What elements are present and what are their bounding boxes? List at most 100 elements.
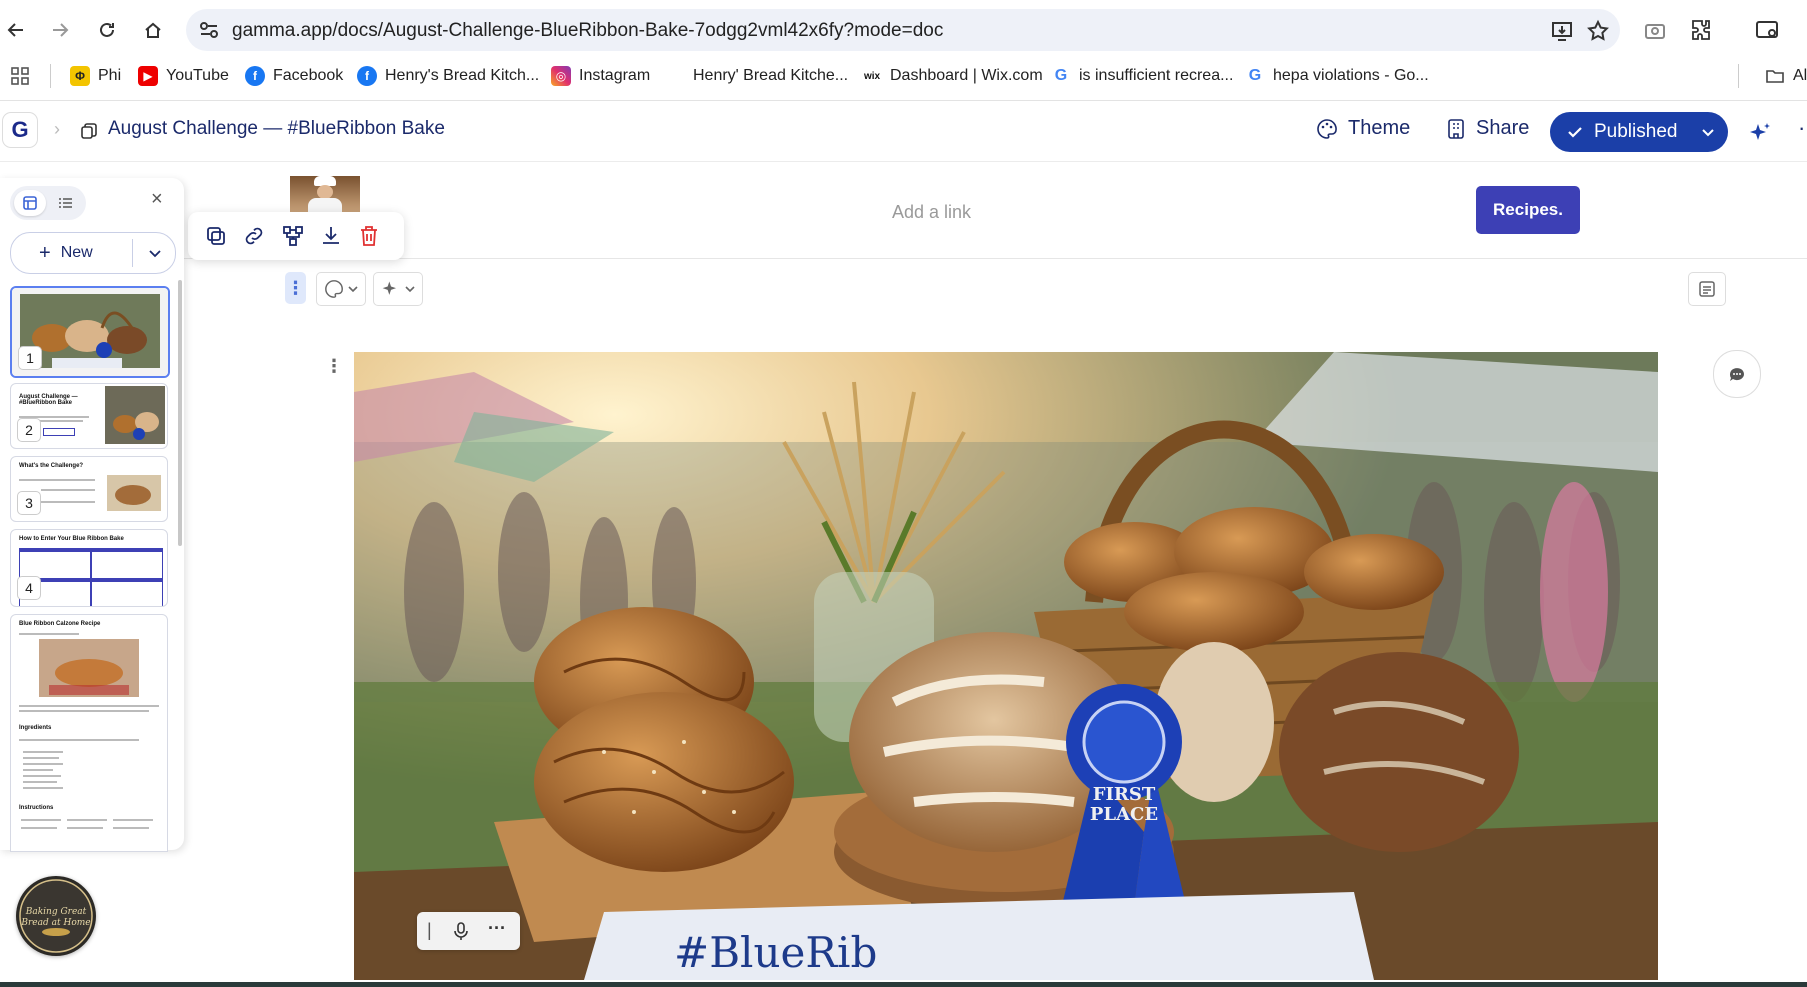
block-menu-icon[interactable]: ⋮ (323, 352, 345, 380)
slide-number: 3 (17, 491, 41, 515)
site-info-icon[interactable] (198, 19, 220, 41)
slide-number: 2 (17, 418, 41, 442)
extensions-icon[interactable] (1689, 18, 1713, 42)
microphone-icon[interactable] (451, 921, 471, 941)
bookmark-phi[interactable]: Φ Phi (70, 63, 121, 89)
banner-hashtag-text: #BlueRib (674, 928, 877, 977)
slide-subheading: Instructions (19, 805, 54, 811)
slide-title: How to Enter Your Blue Ribbon Bake (19, 536, 124, 542)
phi-icon: Φ (70, 66, 90, 86)
bookmark-facebook[interactable]: f Facebook (245, 63, 343, 89)
more-icon[interactable]: · (1798, 115, 1805, 141)
forward-icon[interactable] (44, 14, 76, 46)
bookmark-divider (50, 64, 51, 88)
slides-sidebar: × + New 1 August Challenge — #BlueRibbon… (0, 178, 184, 852)
screenshot-icon[interactable] (1643, 18, 1667, 42)
bookmark-folder-all[interactable]: Al (1765, 63, 1807, 89)
slide-number: 4 (17, 576, 41, 600)
card-notes-button[interactable] (1688, 272, 1726, 306)
grid-view-icon[interactable] (14, 190, 46, 216)
card-drag-handle[interactable]: ⋮ (285, 272, 306, 304)
document-icon (81, 123, 97, 139)
home-icon[interactable] (137, 14, 169, 46)
logo-letter: G (11, 117, 29, 142)
bookmark-henrys-bread-kitchen[interactable]: Henry' Bread Kitche... (693, 63, 848, 89)
slide-thumbnail-4[interactable]: How to Enter Your Blue Ribbon Bake 4 (10, 529, 168, 607)
slide-2-preview-image (105, 386, 165, 444)
palette-icon (325, 280, 343, 298)
text-cursor-icon[interactable]: | (427, 920, 432, 941)
chevron-down-icon[interactable] (148, 246, 162, 260)
bookmark-youtube[interactable]: ▶ YouTube (138, 63, 229, 89)
link-bar: Add a link Recipes. (184, 162, 1807, 259)
delete-icon[interactable] (357, 224, 381, 248)
slide-5-preview-image (39, 639, 139, 697)
theme-button[interactable]: Theme (1316, 117, 1410, 140)
facebook-icon: f (357, 66, 377, 86)
slide-3-preview-image (107, 475, 161, 511)
duplicate-icon[interactable] (204, 224, 228, 248)
list-view-icon[interactable] (50, 190, 82, 216)
move-node-icon[interactable] (281, 224, 305, 248)
theme-label: Theme (1348, 117, 1411, 139)
app-header: G › August Challenge — #BlueRibbon Bake … (0, 101, 1807, 162)
more-options-icon[interactable]: ··· (488, 918, 506, 939)
side-panel-search-icon[interactable] (1755, 18, 1781, 42)
new-label: New (60, 244, 93, 261)
hero-bread-image[interactable]: FIRST PLACE #BlueRib (354, 352, 1658, 980)
link-icon[interactable] (242, 224, 266, 248)
close-sidebar-icon[interactable]: × (151, 188, 163, 211)
wix-icon: wix (862, 66, 882, 86)
bookmark-star-icon[interactable] (1586, 19, 1610, 43)
bookmark-wix-dashboard[interactable]: wix Dashboard | Wix.com (862, 63, 1043, 89)
bookmark-label: Phi (98, 67, 122, 84)
published-button[interactable]: Published (1550, 112, 1728, 152)
slide-subheading: Ingredients (19, 725, 52, 731)
bookmark-label: is insufficient recrea... (1079, 67, 1234, 84)
card-ai-button[interactable] (373, 272, 423, 306)
browser-chrome: gamma.app/docs/August-Challenge-BlueRibb… (0, 0, 1807, 101)
recipes-button[interactable]: Recipes. (1476, 186, 1580, 234)
check-icon (1568, 127, 1582, 138)
apps-icon[interactable] (10, 63, 30, 89)
slide-thumbnail-3[interactable]: What's the Challenge? 3 (10, 456, 168, 522)
group-logo-badge[interactable]: Baking Great Bread at Home (16, 876, 96, 956)
bookmark-google-search-2[interactable]: G hepa violations - Go... (1245, 63, 1429, 89)
share-button[interactable]: Share (1446, 117, 1529, 140)
slide-thumbnail-2[interactable]: August Challenge — #BlueRibbon Bake 2 (10, 383, 168, 449)
ai-sparkle-icon (382, 281, 396, 295)
breadcrumb-chevron-icon: › (54, 119, 60, 139)
comment-button[interactable] (1713, 350, 1761, 398)
chevron-down-icon (405, 286, 415, 293)
doc-title[interactable]: August Challenge — #BlueRibbon Bake (108, 118, 445, 140)
plus-icon: + (39, 241, 51, 264)
bookmark-label: Instagram (579, 67, 651, 84)
bookmark-henrys-bread-kitchen-fb[interactable]: f Henry's Bread Kitch... (357, 63, 539, 89)
bookmark-instagram[interactable]: ◎ Instagram (551, 63, 650, 89)
slide-title: Blue Ribbon Calzone Recipe (19, 621, 101, 627)
svg-text:Bread at Home: Bread at Home (20, 918, 90, 928)
bookmark-label: YouTube (166, 67, 229, 84)
sidebar-scrollbar[interactable] (178, 280, 182, 546)
gamma-logo[interactable]: G (3, 113, 37, 147)
new-card-button[interactable]: + New (10, 232, 176, 274)
install-app-icon[interactable] (1550, 19, 1574, 43)
bookmark-google-search-1[interactable]: G is insufficient recrea... (1051, 63, 1233, 89)
add-link-placeholder[interactable]: Add a link (892, 202, 971, 223)
bookmark-label: Henry's Bread Kitch... (385, 67, 540, 84)
back-icon[interactable] (0, 14, 32, 46)
bookmark-label: Facebook (273, 67, 344, 84)
chevron-down-icon[interactable] (1700, 124, 1716, 140)
address-bar[interactable]: gamma.app/docs/August-Challenge-BlueRibb… (186, 9, 1620, 51)
bread-scene-illustration: FIRST PLACE #BlueRib (354, 352, 1658, 980)
slide-thumbnail-1[interactable]: 1 (10, 286, 170, 378)
card-style-button[interactable] (316, 272, 366, 306)
palette-icon (1317, 118, 1337, 139)
ai-sparkle-icon[interactable] (1748, 121, 1772, 145)
published-label: Published (1594, 121, 1678, 142)
reload-icon[interactable] (91, 14, 123, 46)
download-icon[interactable] (319, 224, 343, 248)
baking-group-logo: Baking Great Bread at Home (19, 879, 93, 953)
slide-thumbnail-5[interactable]: Blue Ribbon Calzone Recipe Ingredients I… (10, 614, 168, 852)
google-icon: G (1245, 66, 1265, 86)
